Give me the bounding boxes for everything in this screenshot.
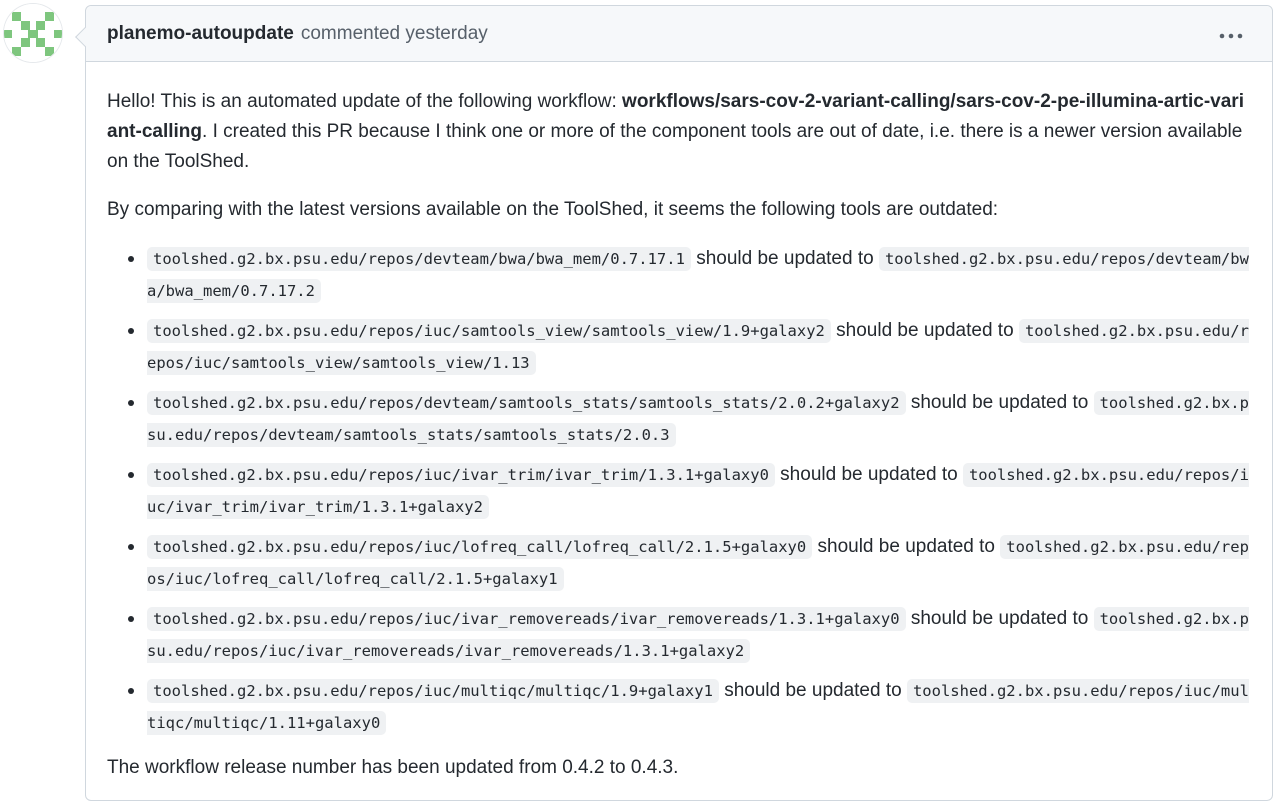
bullet-icon — [128, 688, 134, 694]
release-paragraph: The workflow release number has been upd… — [107, 757, 679, 778]
bullet-icon — [128, 400, 134, 406]
update-connector-text: should be updated to — [774, 464, 963, 485]
intro-prefix: Hello! This is an automated update of th… — [107, 91, 623, 112]
tool-current-version: toolshed.g2.bx.psu.edu/repos/iuc/multiqc… — [147, 679, 719, 703]
update-connector-text: should be updated to — [830, 320, 1019, 341]
bullet-icon — [128, 544, 134, 550]
tool-list-item: toolshed.g2.bx.psu.edu/repos/iuc/lofreq_… — [107, 531, 1252, 595]
tool-list-item: toolshed.g2.bx.psu.edu/repos/iuc/ivar_tr… — [107, 459, 1252, 523]
page: planemo-autoupdate commented yesterday H… — [0, 0, 1280, 811]
tool-current-version: toolshed.g2.bx.psu.edu/repos/iuc/samtool… — [147, 319, 831, 343]
kebab-horizontal-icon[interactable] — [1218, 27, 1244, 41]
update-connector-text: should be updated to — [812, 536, 1001, 557]
comment-header: planemo-autoupdate commented yesterday — [86, 6, 1272, 62]
comment-timestamp[interactable]: commented yesterday — [301, 23, 488, 45]
update-connector-text: should be updated to — [905, 392, 1094, 413]
avatar[interactable] — [4, 4, 62, 62]
update-connector-text: should be updated to — [905, 608, 1094, 629]
comment-box: planemo-autoupdate commented yesterday H… — [85, 5, 1273, 801]
intro-suffix: . I created this PR because I think one … — [107, 121, 1243, 172]
intro-paragraph: Hello! This is an automated update of th… — [107, 87, 1252, 177]
identicon-icon — [4, 4, 62, 62]
bullet-icon — [128, 328, 134, 334]
update-connector-text: should be updated to — [690, 248, 879, 269]
tool-list-item: toolshed.g2.bx.psu.edu/repos/devteam/bwa… — [107, 243, 1252, 307]
tool-list-item: toolshed.g2.bx.psu.edu/repos/devteam/sam… — [107, 387, 1252, 451]
tool-current-version: toolshed.g2.bx.psu.edu/repos/iuc/lofreq_… — [147, 535, 813, 559]
tool-current-version: toolshed.g2.bx.psu.edu/repos/iuc/ivar_tr… — [147, 463, 775, 487]
tool-list-item: toolshed.g2.bx.psu.edu/repos/iuc/multiqc… — [107, 675, 1252, 739]
outdated-tools-list: toolshed.g2.bx.psu.edu/repos/devteam/bwa… — [107, 243, 1252, 739]
tool-list-item: toolshed.g2.bx.psu.edu/repos/iuc/samtool… — [107, 315, 1252, 379]
bullet-icon — [128, 616, 134, 622]
bullet-icon — [128, 472, 134, 478]
tool-list-item: toolshed.g2.bx.psu.edu/repos/iuc/ivar_re… — [107, 603, 1252, 667]
compare-paragraph: By comparing with the latest versions av… — [107, 199, 999, 220]
bullet-icon — [128, 256, 134, 262]
comment-author-link[interactable]: planemo-autoupdate — [107, 23, 294, 45]
comment-body: Hello! This is an automated update of th… — [86, 62, 1272, 783]
tool-current-version: toolshed.g2.bx.psu.edu/repos/devteam/bwa… — [147, 247, 691, 271]
update-connector-text: should be updated to — [718, 680, 907, 701]
tool-current-version: toolshed.g2.bx.psu.edu/repos/devteam/sam… — [147, 391, 906, 415]
tool-current-version: toolshed.g2.bx.psu.edu/repos/iuc/ivar_re… — [147, 607, 906, 631]
